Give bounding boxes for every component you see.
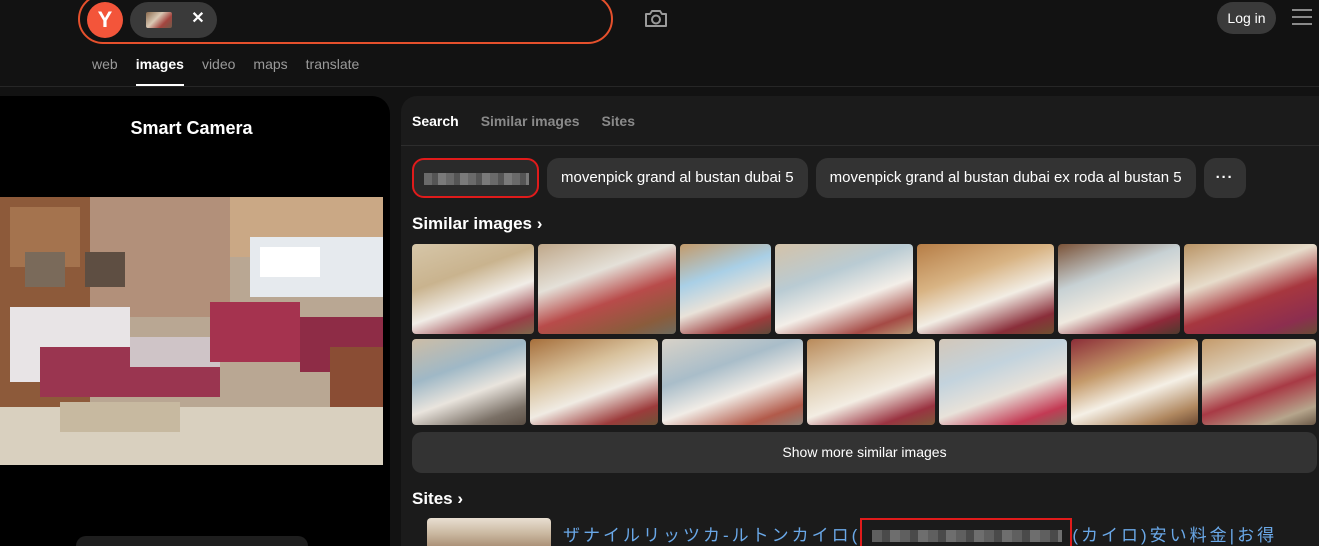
result-tabs: Search Similar images Sites <box>412 113 657 129</box>
nav-tabs: web images video maps translate <box>92 56 377 86</box>
smart-camera-panel: Smart Camera <box>0 96 390 546</box>
header-divider <box>0 86 1319 87</box>
tab-sites[interactable]: Sites <box>602 113 635 129</box>
similar-image[interactable] <box>1058 244 1180 334</box>
similar-image[interactable] <box>1071 339 1198 425</box>
search-image-chip[interactable]: ✕ <box>130 2 217 38</box>
more-options-button[interactable]: ··· <box>1203 158 1246 198</box>
similar-image[interactable] <box>538 244 676 334</box>
page: Y ✕ Log in web images video maps transla… <box>0 0 1319 546</box>
crop-control[interactable] <box>76 536 308 546</box>
site-result-title[interactable]: ザナイルリッツカ-ルトンカイロ( (カイロ)安い料金|お得 <box>563 518 1303 546</box>
similar-image[interactable] <box>917 244 1054 334</box>
query-image-preview[interactable] <box>0 197 383 465</box>
site-title-part[interactable]: ザナイルリッツカ-ルトンカイロ( <box>563 526 860 545</box>
similar-image[interactable] <box>662 339 803 425</box>
similar-image[interactable] <box>530 339 658 425</box>
close-icon[interactable]: ✕ <box>188 9 208 29</box>
tabs-divider <box>401 145 1319 146</box>
site-result-thumbnail[interactable] <box>427 518 551 546</box>
redacted-text <box>424 173 529 185</box>
camera-icon[interactable] <box>643 6 669 30</box>
similar-image[interactable] <box>680 244 771 334</box>
yandex-logo[interactable]: Y <box>87 2 123 38</box>
tab-video[interactable]: video <box>202 56 235 86</box>
similar-image[interactable] <box>1184 244 1317 334</box>
tab-translate[interactable]: translate <box>306 56 360 86</box>
query-chip[interactable]: movenpick grand al bustan dubai 5 <box>547 158 808 198</box>
similar-image[interactable] <box>1202 339 1316 425</box>
sites-heading[interactable]: Sites › <box>412 489 463 509</box>
tab-similar-images[interactable]: Similar images <box>481 113 580 129</box>
show-more-similar-button[interactable]: Show more similar images <box>412 432 1317 473</box>
similar-image[interactable] <box>807 339 935 425</box>
tab-web[interactable]: web <box>92 56 118 86</box>
similar-images-heading[interactable]: Similar images › <box>412 214 542 234</box>
query-suggestions: movenpick grand al bustan dubai 5 movenp… <box>412 158 1246 198</box>
menu-icon[interactable] <box>1292 9 1312 27</box>
search-bar[interactable]: Y ✕ <box>78 0 613 44</box>
site-title-part[interactable]: (カイロ)安い料金|お得 <box>1072 526 1277 545</box>
smart-camera-title: Smart Camera <box>130 118 253 138</box>
similar-image[interactable] <box>939 339 1067 425</box>
results-panel: Search Similar images Sites movenpick gr… <box>401 96 1319 546</box>
similar-image[interactable] <box>412 244 534 334</box>
tab-images[interactable]: images <box>135 56 184 86</box>
login-button[interactable]: Log in <box>1217 2 1276 34</box>
tab-search[interactable]: Search <box>412 113 459 129</box>
similar-images-row-1 <box>412 244 1317 334</box>
query-image-thumbnail <box>146 12 172 28</box>
similar-image[interactable] <box>412 339 526 425</box>
tab-maps[interactable]: maps <box>253 56 287 86</box>
query-chip-redacted[interactable] <box>412 158 539 198</box>
similar-images-row-2 <box>412 339 1316 425</box>
query-chip[interactable]: movenpick grand al bustan dubai ex roda … <box>815 158 1196 198</box>
similar-image[interactable] <box>775 244 913 334</box>
redacted-text <box>860 518 1073 546</box>
